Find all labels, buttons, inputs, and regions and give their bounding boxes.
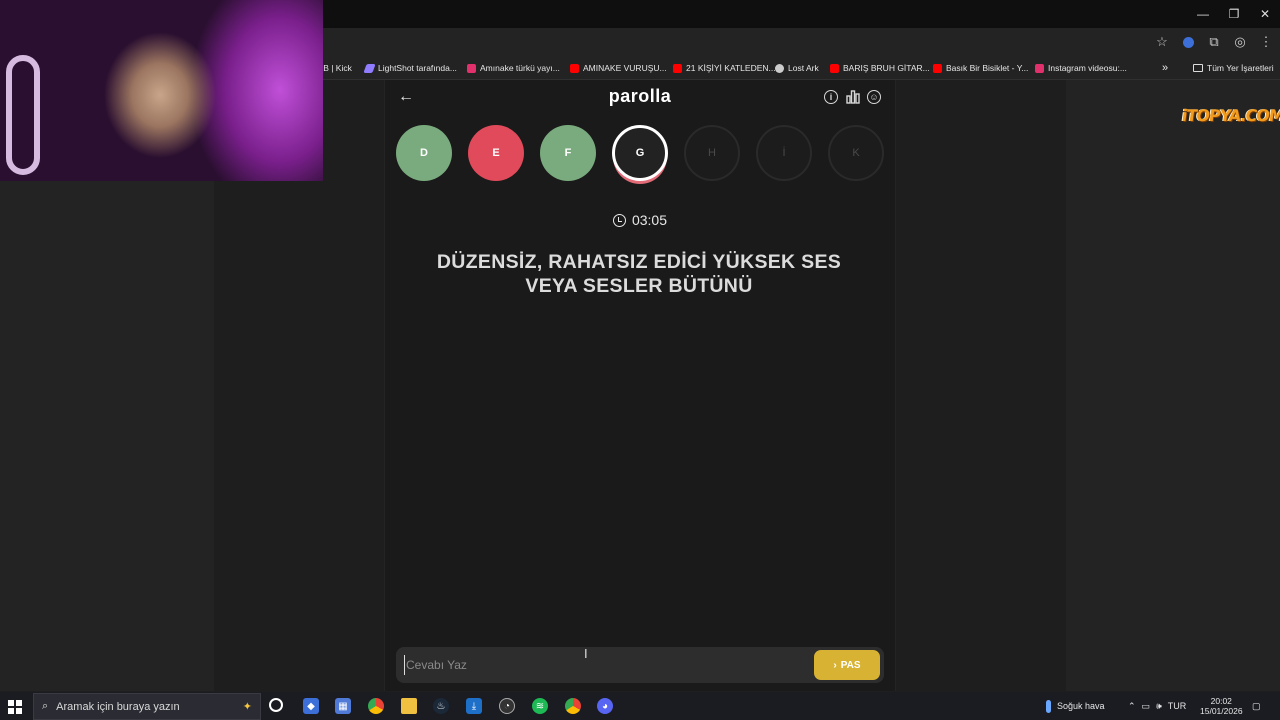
minimize-button[interactable]: — [1186,0,1220,28]
bookmark-label: BARIŞ BRUH GİTAR... [843,63,930,73]
clock-time: 20:02 [1210,696,1232,706]
discord-icon[interactable]: ◕ [597,698,613,714]
steam-icon[interactable]: ♨ [433,698,449,714]
app-header: ← parolla i ☺ [384,84,896,112]
bookmark-label: Lost Ark [788,63,819,73]
extension-badge-icon[interactable] [1180,34,1196,50]
letter-circle-i: İ [756,125,812,181]
store-icon[interactable]: ▦ [335,698,351,714]
extensions-puzzle-icon[interactable]: ⧉ [1206,34,1222,50]
file-explorer-icon[interactable] [401,698,417,714]
letter-ring: D E F G H İ K [396,125,886,185]
app-icon-2[interactable]: ⤓ [466,698,482,714]
clock-date: 15/01/2026 [1200,706,1243,716]
all-bookmarks-folder[interactable]: Tüm Yer İşaretleri [1193,56,1274,80]
taskbar-search-placeholder: Aramak için buraya yazın [56,700,180,713]
letter-circle-d: D [396,125,452,181]
answer-input[interactable] [404,655,784,675]
left-side-panel [0,181,214,691]
chevron-right-icon: › [833,659,837,671]
bookmark-label: Amınake türkü yayı... [480,63,560,73]
bookmarks-overflow-button[interactable]: » [1162,56,1168,80]
webcam-overlay [0,0,323,181]
bookmark-item[interactable]: Amınake türkü yayı... [467,56,560,80]
watermark-logo: iTOPYA.COM [1180,106,1280,125]
language-indicator[interactable]: TUR [1168,701,1187,711]
bookmark-item[interactable]: AMINAKE VURUŞU... [570,56,667,80]
timer: 03:05 [384,212,896,228]
text-cursor-icon: I [584,646,588,661]
ring-light [6,55,40,175]
pass-label: PAS [840,659,861,671]
pass-button[interactable]: › PAS [814,650,880,680]
volume-icon[interactable]: 🕪 [1156,701,1162,712]
speedometer-icon[interactable]: ◔ [499,698,515,714]
thermometer-icon [1046,699,1051,713]
youtube-icon [933,63,942,73]
letter-circle-k: K [828,125,884,181]
right-side-panel [1066,80,1280,691]
clock-widget[interactable]: 20:02 15/01/2026 [1200,692,1243,720]
profile-icon[interactable]: ◎ [1232,34,1248,50]
instagram-icon [467,63,476,73]
bookmark-label: 21 KİŞİYİ KATLEDEN... [686,63,776,73]
bookmark-item[interactable]: 21 KİŞİYİ KATLEDEN... [673,56,776,80]
bookmark-star-icon[interactable]: ☆ [1154,34,1170,50]
bookmark-item[interactable]: LightShot tarafında... [363,56,457,80]
answer-bar: › PAS [396,647,884,683]
app-icon[interactable]: ◆ [303,698,319,714]
kebab-menu-icon[interactable]: ⋮ [1258,34,1274,50]
bookmark-item[interactable]: Basık Bir Bisiklet - Y... [933,56,1028,80]
timer-value: 03:05 [631,212,668,228]
bookmark-item[interactable]: Instagram videosu:... [1035,56,1127,80]
feather-icon [363,63,376,73]
bookmark-item[interactable]: TB | Kick [318,56,352,80]
youtube-icon [830,63,839,73]
spotify-icon[interactable]: ≋ [532,698,548,714]
chrome-active-icon[interactable] [565,698,581,714]
youtube-icon [673,63,682,73]
youtube-icon [570,63,579,73]
weather-text: Soğuk hava [1057,701,1105,711]
toolbar-icons: ☆ ⧉ ◎ ⋮ [1154,28,1274,56]
clock-icon [612,213,626,227]
system-tray: ⌃ ▭ 🕪 TUR [1128,692,1186,720]
chrome-icon[interactable] [368,698,384,714]
weather-widget[interactable]: Soğuk hava [1046,692,1105,720]
info-icon[interactable]: i [824,90,838,104]
letter-circle-f: F [540,125,596,181]
bookmark-label: AMINAKE VURUŞU... [583,63,667,73]
search-icon: ⌕ [42,700,49,712]
sparkle-icon: ✦ [242,701,252,713]
globe-icon [775,63,784,73]
brand-title: parolla [608,86,672,106]
all-bookmarks-label: Tüm Yer İşaretleri [1207,63,1274,73]
folder-icon [1193,64,1203,72]
bookmark-item[interactable]: BARIŞ BRUH GİTAR... [830,56,930,80]
windows-start-icon[interactable] [8,700,22,714]
user-circle-icon[interactable]: ☺ [867,90,881,104]
close-button[interactable]: ✕ [1248,0,1280,28]
bookmark-label: TB | Kick [318,63,352,73]
network-icon[interactable]: ▭ [1142,701,1151,712]
taskbar-search[interactable]: ⌕ Aramak için buraya yazın ✦ [33,693,261,720]
instagram-icon [1035,63,1044,73]
letter-circle-g-current: G [612,125,668,181]
chevron-up-icon[interactable]: ⌃ [1128,701,1136,712]
bookmark-item[interactable]: Lost Ark [775,56,819,80]
letter-circle-h: H [684,125,740,181]
letter-circle-e: E [468,125,524,181]
bookmark-label: LightShot tarafında... [378,63,457,73]
notification-icon[interactable]: ▢ [1252,692,1261,720]
bookmark-label: Basık Bir Bisiklet - Y... [946,63,1029,73]
restore-button[interactable]: ❐ [1217,0,1251,28]
cortana-icon[interactable] [269,698,283,712]
bar-chart-icon[interactable] [846,90,860,104]
question-text: DÜZENSİZ, RAHATSIZ EDİCİ YÜKSEK SES VEYA… [436,251,842,297]
bookmark-label: Instagram videosu:... [1048,63,1127,73]
